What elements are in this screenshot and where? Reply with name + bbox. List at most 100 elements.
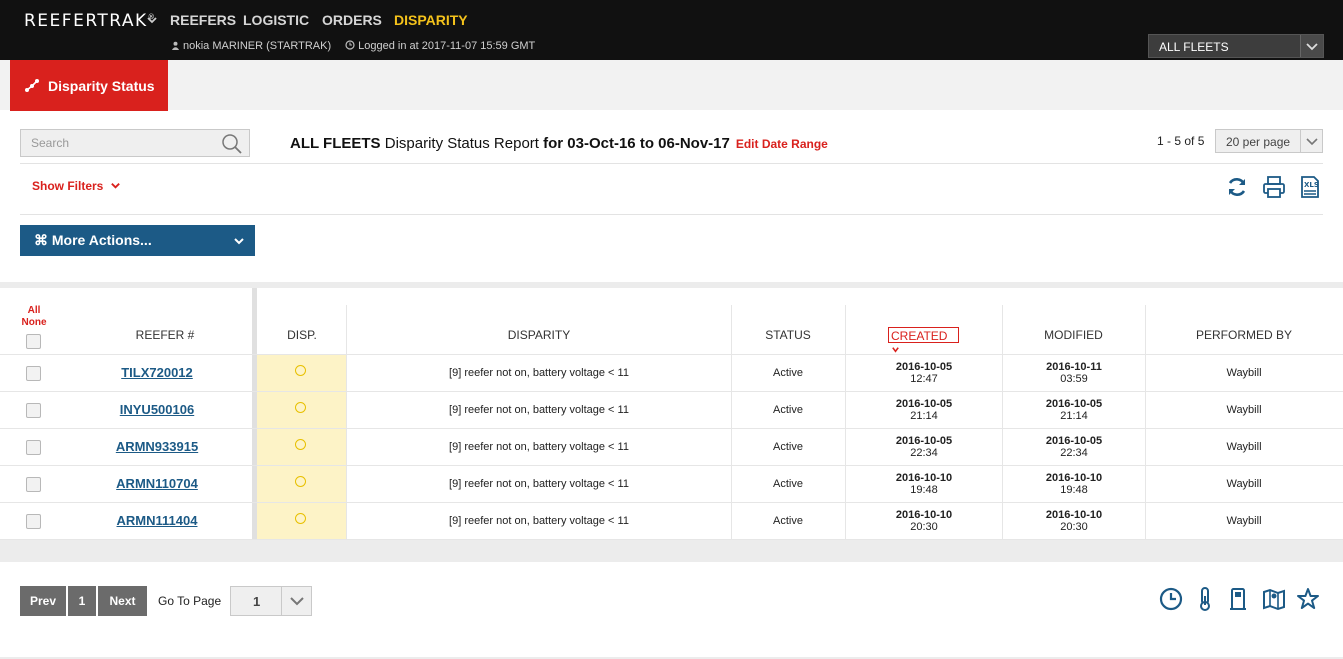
next-page-button[interactable]: Next [98, 586, 147, 616]
column-header-disp[interactable]: DISP. [257, 328, 347, 342]
created-datetime: 2016-10-05 21:14 [849, 398, 999, 422]
disparity-text: [9] reefer not on, battery voltage < 11 [449, 367, 629, 379]
column-separator [731, 305, 732, 540]
row-divider [0, 391, 1343, 392]
select-all-none: All None [20, 305, 48, 329]
created-label: CREATED [891, 329, 948, 343]
disparity-status-dot [295, 365, 306, 376]
reefer-link[interactable]: ARMN111404 [57, 513, 257, 528]
column-header-reefer[interactable]: REEFER # [110, 328, 220, 342]
fleet-select-toggle[interactable] [1300, 35, 1323, 57]
disparity-text: [9] reefer not on, battery voltage < 11 [449, 441, 629, 453]
reefer-link[interactable]: ARMN110704 [57, 476, 257, 491]
nav-disparity[interactable]: DISPARITY [394, 12, 468, 28]
modified-date: 2016-10-11 [1046, 361, 1102, 373]
clock-icon[interactable] [1158, 586, 1184, 612]
edit-date-range-link[interactable]: Edit Date Range [736, 137, 828, 151]
status-text: Active [773, 367, 803, 379]
graph-node-icon [25, 78, 39, 92]
reefer-link[interactable]: ARMN933915 [57, 439, 257, 454]
column-header-disparity[interactable]: DISPARITY [347, 328, 731, 342]
disparity-status-dot [295, 439, 306, 450]
reefer-link[interactable]: TILX720012 [57, 365, 257, 380]
per-page-toggle[interactable] [1300, 130, 1322, 152]
created-time: 12:47 [910, 373, 938, 385]
column-header-performed-by[interactable]: PERFORMED BY [1145, 328, 1343, 342]
created-date: 2016-10-05 [895, 361, 953, 373]
prev-page-button[interactable]: Prev [20, 586, 66, 616]
show-filters-label: Show Filters [32, 179, 104, 193]
modified-time: 22:34 [1060, 447, 1088, 459]
performed-by-text: Waybill [1226, 478, 1262, 490]
go-to-page-select[interactable]: 1 [230, 586, 312, 616]
search-icon[interactable] [221, 133, 243, 155]
chevron-down-icon [290, 597, 304, 606]
column-separator [1002, 305, 1003, 540]
refresh-icon[interactable] [1225, 175, 1249, 199]
row-checkbox[interactable] [26, 477, 41, 492]
row-checkbox[interactable] [26, 403, 41, 418]
nav-reefers[interactable]: REEFERS [170, 12, 236, 28]
performed-by-text: Waybill [1226, 404, 1262, 416]
disparity-text: [9] reefer not on, battery voltage < 11 [449, 478, 629, 490]
go-to-page-toggle[interactable] [281, 587, 311, 615]
chevron-down-icon[interactable] [146, 14, 158, 26]
more-actions-button[interactable]: ⌘ More Actions... [20, 225, 255, 256]
column-header-modified[interactable]: MODIFIED [1002, 328, 1145, 342]
brand-logo[interactable]: REEFERTRAK® [24, 11, 156, 31]
login-time-wrap: Logged in at 2017-11-07 15:59 GMT [345, 40, 535, 52]
row-divider [0, 428, 1343, 429]
created-datetime: 2016-10-05 12:47 [849, 361, 999, 385]
user-info: nokia MARINER (STARTRAK) Logged in at 20… [171, 40, 535, 52]
nav-logistic[interactable]: LOGISTIC [243, 12, 309, 28]
report-fleet: ALL FLEETS [290, 135, 381, 152]
xls-export-icon[interactable]: XLS [1298, 175, 1322, 199]
row-divider [0, 539, 1343, 540]
created-time: 19:48 [910, 484, 938, 496]
show-filters-toggle[interactable]: Show Filters [32, 179, 121, 193]
row-checkbox[interactable] [26, 440, 41, 455]
select-none-link[interactable]: None [20, 317, 48, 329]
tab-disparity-status[interactable]: Disparity Status [10, 60, 168, 111]
modified-datetime: 2016-10-05 22:34 [999, 435, 1149, 459]
star-icon[interactable] [1295, 586, 1321, 612]
column-separator [346, 305, 347, 540]
disparity-text: [9] reefer not on, battery voltage < 11 [449, 404, 629, 416]
disparity-status-dot [295, 402, 306, 413]
created-time: 21:14 [910, 410, 938, 422]
modified-time: 03:59 [1060, 373, 1088, 385]
column-header-created[interactable]: CREATED [888, 327, 959, 353]
created-datetime: 2016-10-10 19:48 [849, 472, 999, 496]
page-number-button[interactable]: 1 [68, 586, 96, 616]
per-page-select[interactable]: 20 per page [1215, 129, 1323, 153]
status-text: Active [773, 515, 803, 527]
modified-datetime: 2016-10-10 19:48 [999, 472, 1149, 496]
fleet-select[interactable]: ALL FLEETS [1148, 34, 1324, 58]
divider [20, 163, 1323, 164]
nav-orders[interactable]: ORDERS [322, 12, 382, 28]
created-datetime: 2016-10-05 22:34 [849, 435, 999, 459]
reefer-link[interactable]: INYU500106 [57, 402, 257, 417]
search-input[interactable]: Search [20, 129, 250, 157]
created-date: 2016-10-05 [895, 398, 953, 410]
select-all-link[interactable]: All [20, 305, 48, 317]
user-name-wrap: nokia MARINER (STARTRAK) [171, 40, 331, 52]
created-date: 2016-10-05 [895, 435, 953, 447]
performed-by-text: Waybill [1226, 367, 1262, 379]
divider [20, 214, 1323, 215]
modified-date: 2016-10-10 [1045, 472, 1103, 484]
modified-time: 21:14 [1060, 410, 1088, 422]
row-checkbox[interactable] [26, 514, 41, 529]
row-checkbox[interactable] [26, 366, 41, 381]
column-header-status[interactable]: STATUS [731, 328, 845, 342]
select-all-checkbox[interactable] [26, 334, 41, 349]
status-text: Active [773, 478, 803, 490]
login-time: Logged in at 2017-11-07 15:59 GMT [358, 40, 536, 52]
map-icon[interactable] [1261, 586, 1287, 612]
print-icon[interactable] [1262, 175, 1286, 199]
fleet-select-value: ALL FLEETS [1159, 40, 1229, 54]
thermometer-icon[interactable] [1192, 586, 1218, 612]
more-actions-label: ⌘ More Actions... [34, 232, 152, 248]
modified-date: 2016-10-05 [1045, 435, 1103, 447]
fuel-icon[interactable] [1226, 586, 1252, 612]
